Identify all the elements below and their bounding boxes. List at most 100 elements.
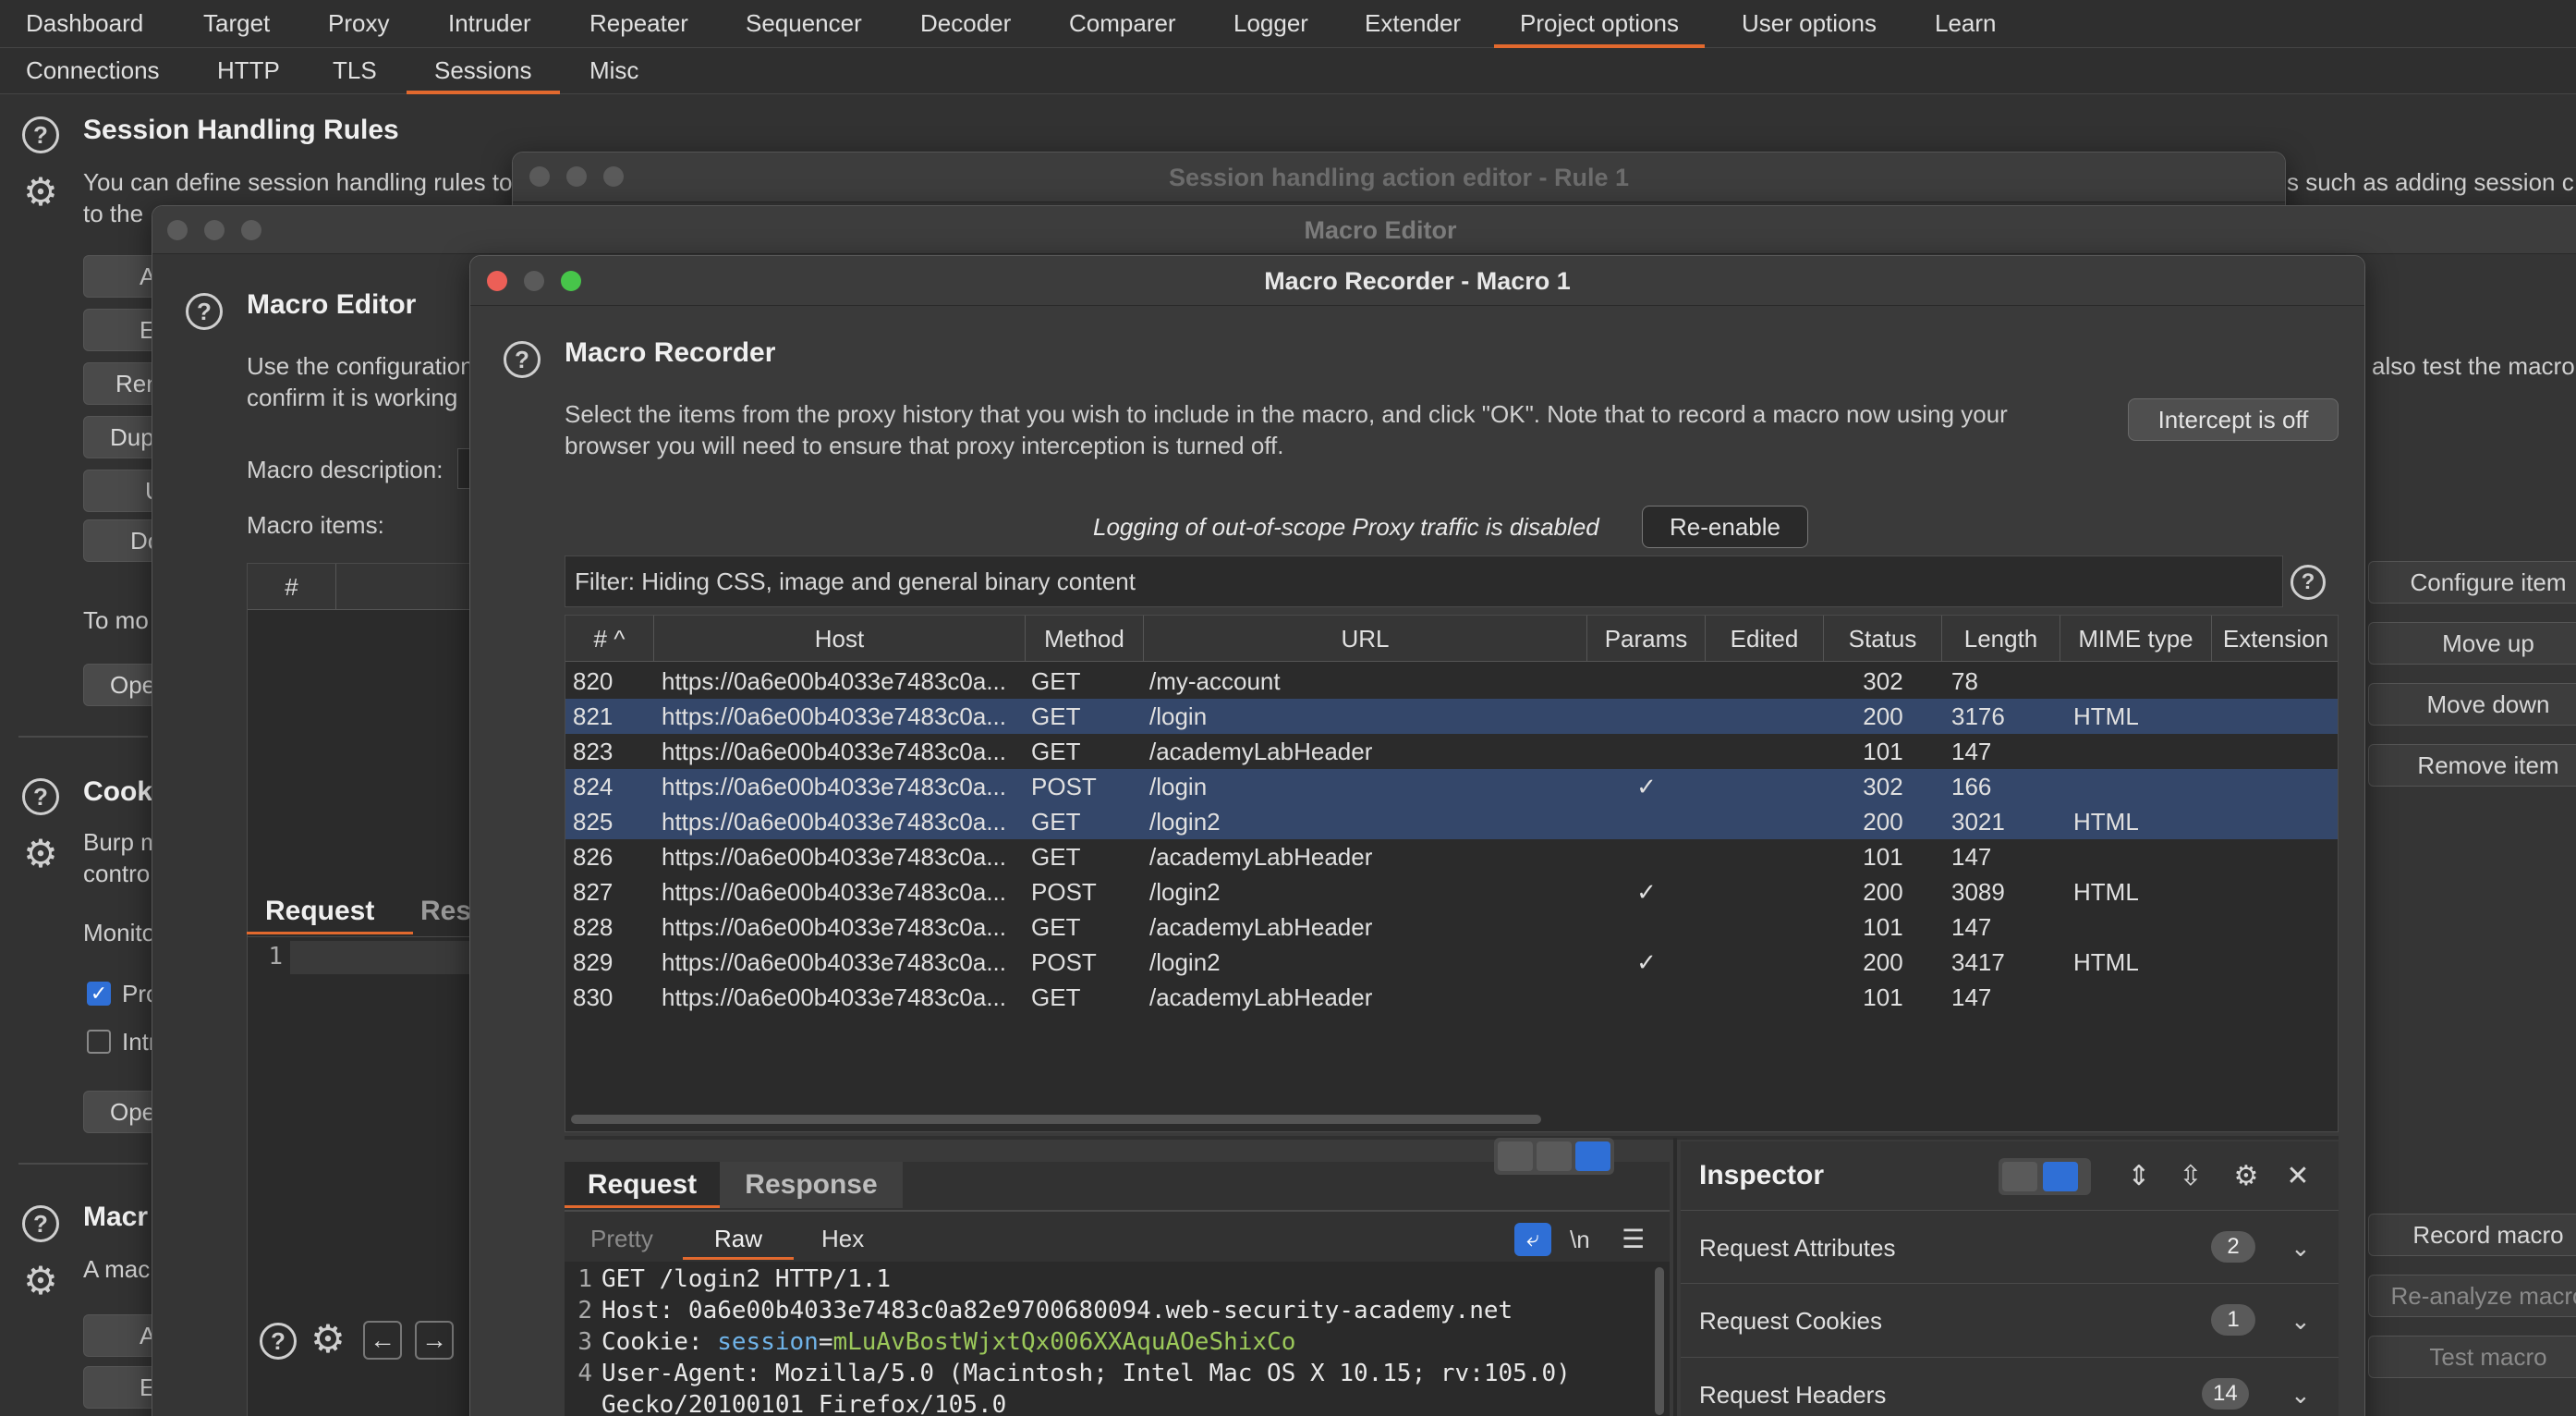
col-mime-type[interactable]: MIME type	[2060, 616, 2212, 662]
tab-target[interactable]: Target	[203, 0, 270, 48]
tab-logger[interactable]: Logger	[1233, 0, 1308, 48]
expand-all-icon[interactable]: ⇕	[2119, 1158, 2159, 1195]
table-row[interactable]: 824 https://0a6e00b4033e7483c0a... POST/lo…	[565, 769, 2338, 804]
gear-icon[interactable]: ⚙	[308, 1319, 348, 1360]
table-row[interactable]: 820 https://0a6e00b4033e7483c0a... GET/my-…	[565, 664, 2338, 699]
tab-extender[interactable]: Extender	[1365, 0, 1461, 48]
help-icon[interactable]: ?	[22, 778, 59, 815]
table-row[interactable]: 827 https://0a6e00b4033e7483c0a... POST/lo…	[565, 874, 2338, 909]
subtab-sessions[interactable]: Sessions	[407, 48, 560, 94]
pretty-tab[interactable]: Pretty	[590, 1217, 653, 1260]
col-url[interactable]: URL	[1144, 616, 1587, 662]
filter-help-icon[interactable]: ?	[2290, 565, 2326, 600]
close-icon[interactable]: ✕	[2278, 1158, 2318, 1195]
test-macro-button[interactable]: Test macro	[2368, 1336, 2576, 1378]
col-host[interactable]: Host	[654, 616, 1026, 662]
record-macro-button[interactable]: Record macro	[2368, 1214, 2576, 1256]
tab-dashboard[interactable]: Dashboard	[26, 0, 143, 48]
gear-icon[interactable]: ⚙	[20, 1261, 61, 1301]
proxy-history-table[interactable]: # ^ Host Method URL Params Edited Status…	[565, 615, 2339, 1132]
back-arrow-icon[interactable]: ←	[363, 1321, 402, 1360]
filter-bar[interactable]: Filter: Hiding CSS, image and general bi…	[565, 555, 2283, 607]
close-icon[interactable]	[167, 220, 188, 240]
table-row[interactable]: 823 https://0a6e00b4033e7483c0a... GET/aca…	[565, 734, 2338, 769]
tab-project-options[interactable]: Project options	[1494, 0, 1705, 48]
request-tab[interactable]: Request	[565, 1162, 720, 1208]
table-row[interactable]: 826 https://0a6e00b4033e7483c0a... GET/aca…	[565, 839, 2338, 874]
collapse-all-icon[interactable]: ⇳	[2170, 1158, 2211, 1195]
raw-request-editor[interactable]: 1 GET /login2 HTTP/1.1 2 Host: 0a6e00b40…	[565, 1262, 1670, 1416]
table-row[interactable]: 830 https://0a6e00b4033e7483c0a... GET/aca…	[565, 980, 2338, 1015]
gear-icon[interactable]: ⚙	[20, 172, 61, 213]
tab-user-options[interactable]: User options	[1742, 0, 1877, 48]
gear-icon[interactable]: ⚙	[20, 834, 61, 874]
reenable-button[interactable]: Re-enable	[1642, 506, 1808, 548]
macro-request-tab[interactable]: Request	[247, 888, 413, 934]
inspector-row[interactable]: Request Attributes 2 ⌄	[1681, 1210, 2339, 1284]
intercept-toggle-button[interactable]: Intercept is off	[2128, 398, 2339, 441]
col-method[interactable]: Method	[1026, 616, 1144, 662]
col-edited[interactable]: Edited	[1706, 616, 1824, 662]
minimize-icon[interactable]	[204, 220, 225, 240]
subtab-tls[interactable]: TLS	[333, 48, 377, 94]
horizontal-scrollbar[interactable]	[571, 1115, 1541, 1124]
col-extension[interactable]: Extension	[2212, 616, 2338, 662]
zoom-icon[interactable]	[561, 271, 581, 291]
newline-toggle[interactable]: \n	[1570, 1223, 1590, 1256]
configure-item-button[interactable]: Configure item	[2368, 561, 2576, 604]
tab-intruder[interactable]: Intruder	[448, 0, 531, 48]
help-icon[interactable]: ?	[260, 1323, 297, 1360]
close-icon[interactable]	[529, 166, 550, 187]
col-number[interactable]: # ^	[565, 616, 654, 662]
tab-comparer[interactable]: Comparer	[1069, 0, 1176, 48]
help-icon[interactable]: ?	[22, 116, 59, 153]
table-row[interactable]: 829 https://0a6e00b4033e7483c0a... POST/lo…	[565, 945, 2338, 980]
proxy-checkbox[interactable]: ✓	[87, 982, 111, 1006]
menu-icon[interactable]: ☰	[1622, 1223, 1645, 1256]
table-row[interactable]: 821 https://0a6e00b4033e7483c0a... GET/log…	[565, 699, 2338, 734]
chevron-down-icon[interactable]: ⌄	[2290, 1284, 2311, 1358]
tab-proxy[interactable]: Proxy	[328, 0, 389, 48]
col-status[interactable]: Status	[1824, 616, 1942, 662]
zoom-icon[interactable]	[241, 220, 261, 240]
inspector-layout-toggle[interactable]	[1999, 1158, 2091, 1195]
subtab-misc[interactable]: Misc	[589, 48, 638, 94]
table-row[interactable]: 828 https://0a6e00b4033e7483c0a... GET/aca…	[565, 909, 2338, 945]
raw-tab[interactable]: Raw	[683, 1217, 794, 1260]
chevron-down-icon[interactable]: ⌄	[2290, 1358, 2311, 1416]
chevron-down-icon[interactable]: ⌄	[2290, 1211, 2311, 1285]
inspector-row[interactable]: Request Headers 14 ⌄	[1681, 1358, 2339, 1416]
remove-item-button[interactable]: Remove item	[2368, 744, 2576, 787]
tab-learn[interactable]: Learn	[1935, 0, 1997, 48]
minimize-icon[interactable]	[566, 166, 587, 187]
help-icon[interactable]: ?	[186, 293, 223, 330]
subtab-connections[interactable]: Connections	[26, 48, 160, 94]
layout-toggle[interactable]	[1494, 1138, 1614, 1175]
close-icon[interactable]	[487, 271, 507, 291]
col-length[interactable]: Length	[1942, 616, 2060, 662]
vertical-scrollbar[interactable]	[1655, 1267, 1664, 1415]
help-icon[interactable]: ?	[504, 341, 541, 378]
subtab-http[interactable]: HTTP	[217, 48, 280, 94]
intruder-checkbox[interactable]	[87, 1030, 111, 1054]
table-row[interactable]: 825 https://0a6e00b4033e7483c0a... GET/log…	[565, 804, 2338, 839]
move-down-button[interactable]: Move down	[2368, 683, 2576, 726]
forward-arrow-icon[interactable]: →	[415, 1321, 454, 1360]
reanalyze-macro-button[interactable]: Re-analyze macro	[2368, 1275, 2576, 1317]
response-tab[interactable]: Response	[720, 1162, 903, 1208]
tab-sequencer[interactable]: Sequencer	[746, 0, 862, 48]
help-icon[interactable]: ?	[22, 1205, 59, 1242]
minimize-icon[interactable]	[524, 271, 544, 291]
gear-icon[interactable]: ⚙	[2226, 1158, 2266, 1195]
cell-length: 147	[1951, 843, 1992, 871]
col-params[interactable]: Params	[1587, 616, 1706, 662]
wrap-lines-icon[interactable]: ⤶	[1514, 1223, 1551, 1256]
hash-column-header[interactable]: #	[248, 564, 336, 610]
inspector-row[interactable]: Request Cookies 1 ⌄	[1681, 1284, 2339, 1358]
tab-repeater[interactable]: Repeater	[589, 0, 688, 48]
hex-tab[interactable]: Hex	[821, 1217, 864, 1260]
tab-decoder[interactable]: Decoder	[920, 0, 1011, 48]
move-up-button[interactable]: Move up	[2368, 622, 2576, 665]
macro-response-tab[interactable]: Res	[420, 888, 471, 934]
zoom-icon[interactable]	[603, 166, 624, 187]
